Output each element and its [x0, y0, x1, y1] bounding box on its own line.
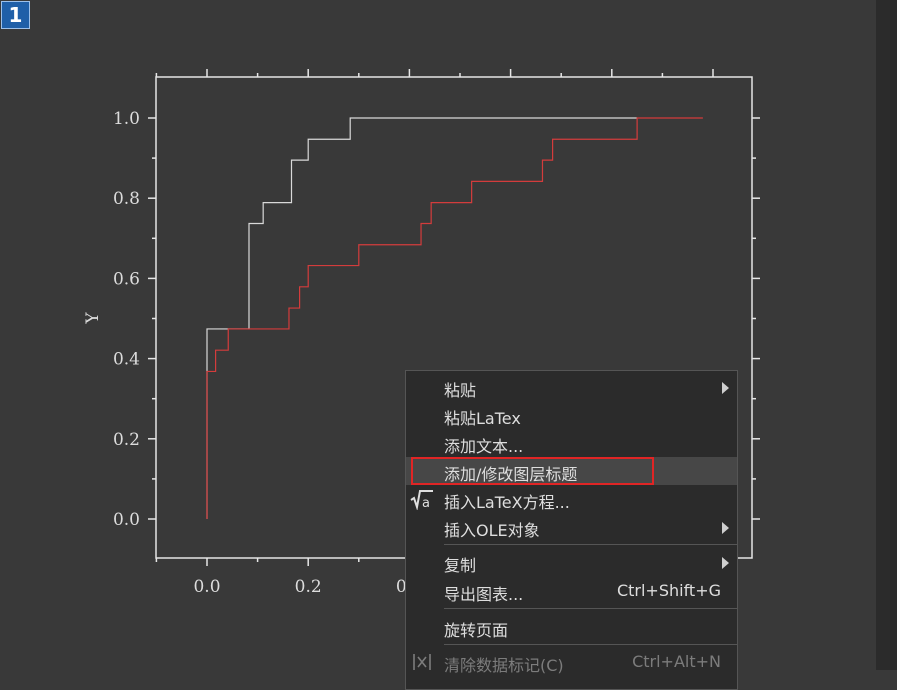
menu-item-label: 导出图表... — [444, 585, 524, 604]
menu-item-insert-latex-equation[interactable]: a 插入LaTeX方程... — [406, 485, 737, 513]
menu-item-paste[interactable]: 粘贴 — [406, 373, 737, 401]
menu-item-paste-latex[interactable]: 粘贴LaTex — [406, 401, 737, 429]
menu-item-rotate-page[interactable]: 旋转页面 — [406, 613, 737, 641]
submenu-arrow-icon — [722, 382, 729, 394]
submenu-arrow-icon — [722, 522, 729, 534]
menu-item-label: 粘贴 — [444, 381, 477, 400]
y-tick-label: 0.4 — [113, 350, 140, 370]
menu-item-shortcut: Ctrl+Shift+G — [616, 581, 721, 600]
context-menu: 粘贴 粘贴LaTex 添加文本... 添加/修改图层标题 a 插入LaTeX方程… — [405, 370, 738, 690]
menu-item-label: 清除数据标记(C) — [444, 656, 564, 675]
menu-item-add-layer-title[interactable]: 添加/修改图层标题 — [406, 457, 737, 485]
menu-item-export-graph[interactable]: 导出图表... Ctrl+Shift+G — [406, 577, 737, 605]
y-tick-label: 0.6 — [113, 269, 140, 289]
menu-item-label: 旋转页面 — [444, 621, 509, 640]
tick-labels: 0.00.20.40.60.81.00.00.20.4 — [113, 109, 423, 597]
svg-text:a: a — [422, 496, 430, 510]
red-highlight-box — [411, 457, 654, 485]
menu-item-label: 插入OLE对象 — [444, 521, 540, 540]
submenu-arrow-icon — [722, 557, 729, 569]
y-tick-label: 0.0 — [113, 510, 140, 530]
x-tick-label: 0.2 — [295, 577, 322, 597]
x-tick-label: 0.0 — [193, 577, 220, 597]
y-tick-label: 0.8 — [113, 189, 140, 209]
y-tick-label: 1.0 — [113, 109, 140, 129]
menu-separator — [444, 644, 737, 645]
menu-item-label: 添加文本... — [444, 437, 524, 456]
sqrt-icon: a — [410, 488, 434, 511]
menu-item-shortcut: Ctrl+Alt+N — [632, 652, 721, 671]
menu-separator — [444, 608, 737, 609]
menu-item-label: 插入LaTeX方程... — [444, 493, 570, 512]
menu-item-add-text[interactable]: 添加文本... — [406, 429, 737, 457]
menu-item-label: 复制 — [444, 556, 477, 575]
menu-item-copy[interactable]: 复制 — [406, 548, 737, 576]
menu-item-clear-data-markers[interactable]: 清除数据标记(C) Ctrl+Alt+N — [406, 648, 737, 676]
y-axis-title: Y — [83, 312, 103, 325]
y-tick-label: 0.2 — [113, 430, 140, 450]
menu-separator — [444, 544, 737, 545]
menu-item-insert-ole-object[interactable]: 插入OLE对象 — [406, 513, 737, 541]
menu-item-label: 粘贴LaTex — [444, 409, 521, 428]
